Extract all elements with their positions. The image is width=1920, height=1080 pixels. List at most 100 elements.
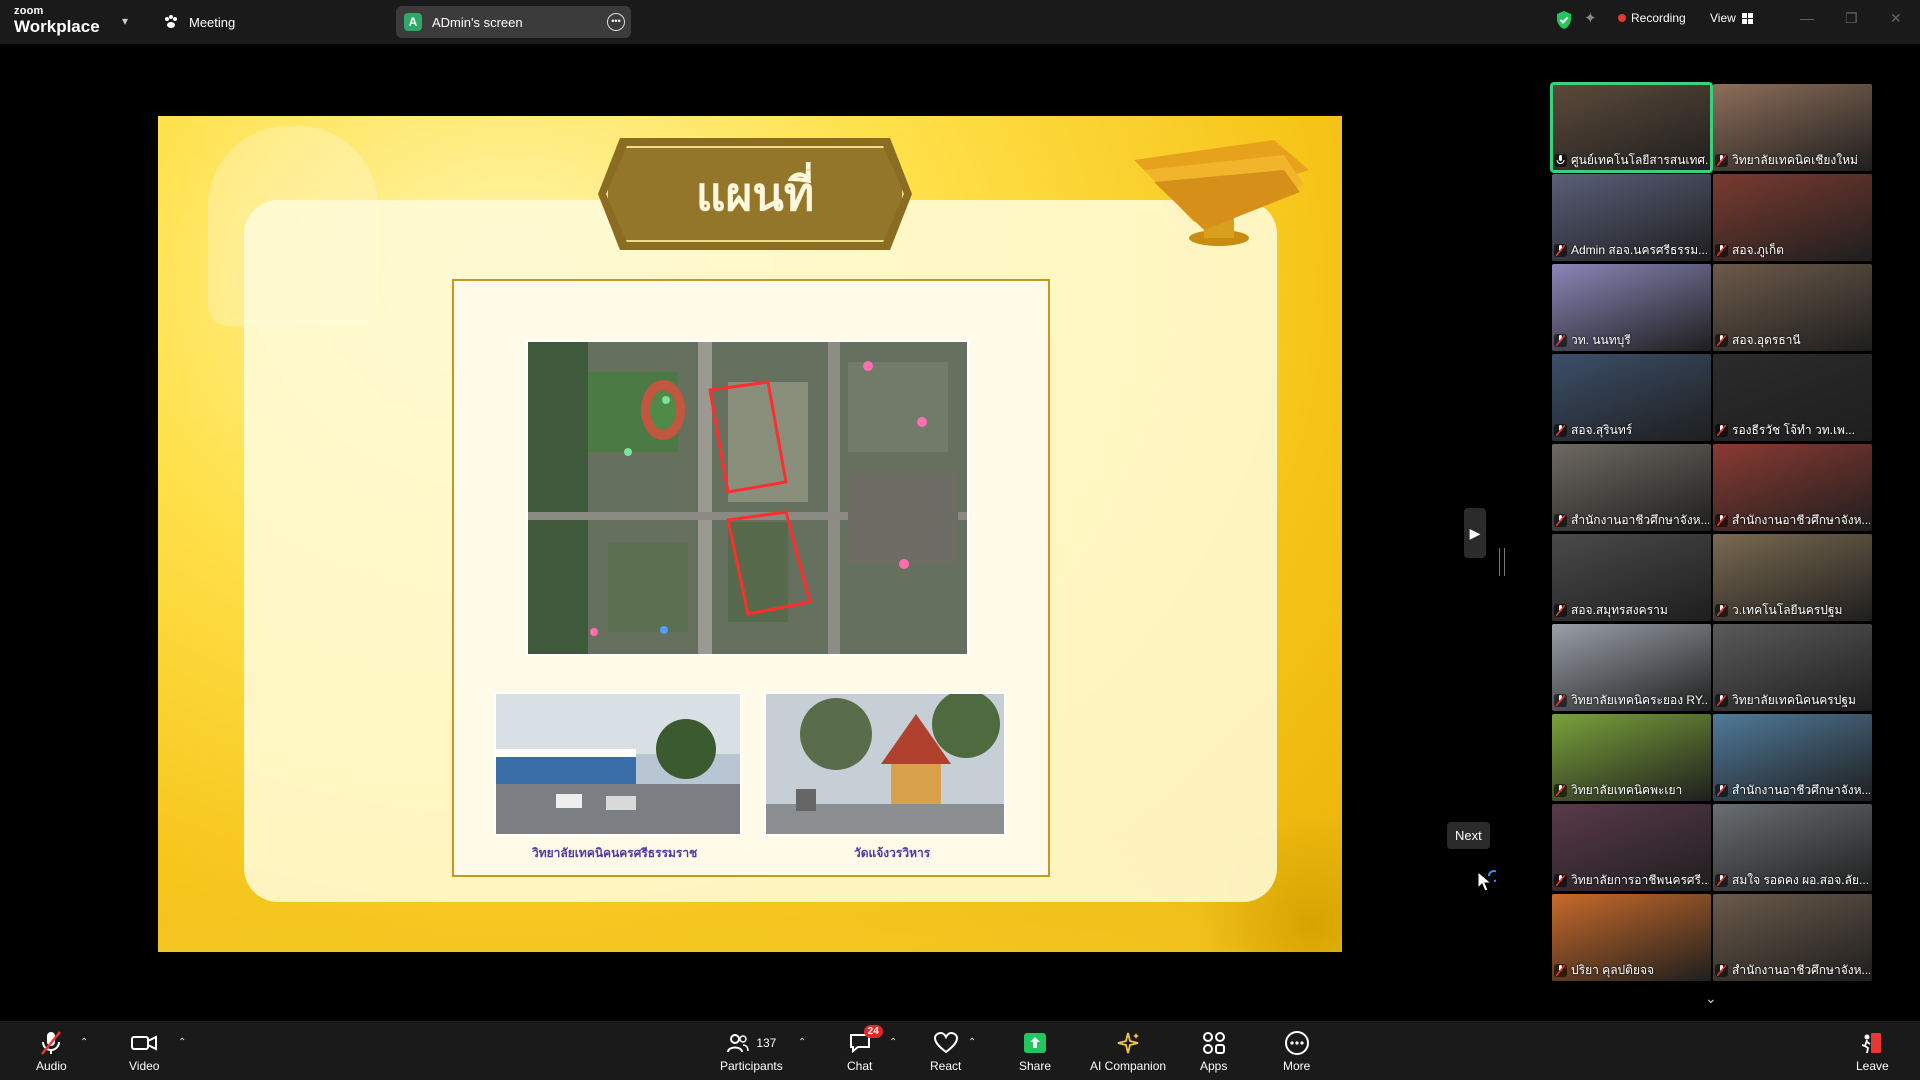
participant-tile[interactable]: วิทยาลัยเทคนิคพะเยา xyxy=(1552,714,1711,801)
close-icon[interactable]: ✕ xyxy=(1890,10,1902,27)
ai-companion-button[interactable]: AI Companion xyxy=(1090,1029,1166,1073)
meeting-menu[interactable]: Meeting xyxy=(163,14,235,30)
apps-button[interactable]: Apps xyxy=(1200,1029,1227,1073)
participant-name-bar: วิทยาลัยเทคนิคเชียงใหม่ xyxy=(1715,151,1870,169)
participant-name: สำนักงานอาชีวศึกษาจังห... xyxy=(1571,512,1709,527)
participant-tile[interactable]: สำนักงานอาชีวศึกษาจังห... xyxy=(1713,444,1872,531)
participant-tile[interactable]: สำนักงานอาชีวศึกษาจังห... xyxy=(1713,714,1872,801)
screen-share-title: ADmin's screen xyxy=(432,14,523,30)
participant-name-bar: วิทยาลัยการอาชีพนครศรี... xyxy=(1554,871,1709,889)
screen-share-pill[interactable]: A ADmin's screen ••• xyxy=(396,6,631,38)
participant-name-bar: วิทยาลัยเทคนิคพะเยา xyxy=(1554,781,1709,799)
participant-name-bar: สำนักงานอาชีวศึกษาจังห... xyxy=(1554,511,1709,529)
participant-tile[interactable]: วท. นนทบุรี xyxy=(1552,264,1711,351)
participant-name: สำนักงานอาชีวศึกษาจังห... xyxy=(1732,782,1870,797)
participant-tile[interactable]: วิทยาลัยเทคนิคเชียงใหม่ xyxy=(1713,84,1872,171)
participant-tile[interactable]: สำนักงานอาชีวศึกษาจังห... xyxy=(1713,894,1872,981)
audio-options-caret-icon[interactable]: ⌃ xyxy=(80,1037,88,1048)
participant-tile[interactable]: ศูนย์เทคโนโลยีสารสนเทศ... xyxy=(1550,82,1713,173)
video-button[interactable]: Video xyxy=(129,1029,159,1073)
meeting-label: Meeting xyxy=(189,14,236,30)
mic-muted-icon xyxy=(1715,243,1728,257)
mic-muted-icon xyxy=(1554,783,1567,797)
mic-muted-icon xyxy=(1715,963,1728,977)
participant-tile[interactable]: สอจ.ภูเก็ต xyxy=(1713,174,1872,261)
participant-name-bar: วท. นนทบุรี xyxy=(1554,331,1709,349)
brand-small: zoom xyxy=(14,5,44,17)
participant-name-bar: สอจ.ภูเก็ต xyxy=(1715,241,1870,259)
more-label: More xyxy=(1283,1059,1311,1073)
chevron-down-icon[interactable]: ▾ xyxy=(122,14,128,28)
participant-tile[interactable]: สอจ.สมุทรสงคราม xyxy=(1552,534,1711,621)
participant-tile[interactable]: Admin สอจ.นครศรีธรรม... xyxy=(1552,174,1711,261)
mic-muted-icon xyxy=(1554,873,1567,887)
participant-tile[interactable]: สมใจ รอดคง ผอ.สอจ.ลัย... xyxy=(1713,804,1872,891)
participant-name: Admin สอจ.นครศรีธรรม... xyxy=(1571,242,1709,257)
participants-label: Participants xyxy=(720,1059,783,1073)
mic-muted-icon xyxy=(1715,693,1728,707)
participant-name: สมใจ รอดคง ผอ.สอจ.ลัย... xyxy=(1732,872,1869,887)
mouse-cursor-icon xyxy=(1477,870,1496,892)
leave-door-icon xyxy=(1862,1033,1882,1054)
heart-react-icon xyxy=(933,1032,958,1054)
participant-tile[interactable]: วิทยาลัยเทคนิคระยอง RY... xyxy=(1552,624,1711,711)
react-button[interactable]: React xyxy=(930,1029,961,1073)
audio-button[interactable]: Audio xyxy=(36,1029,67,1073)
brand-big: Workplace xyxy=(14,17,100,36)
mic-muted-icon xyxy=(1715,513,1728,527)
participant-name: รองธีรวัช โจ้ทำ วท.เพ... xyxy=(1732,422,1855,437)
gallery-resize-handle[interactable] xyxy=(1499,548,1505,576)
more-button[interactable]: More xyxy=(1283,1029,1310,1073)
satellite-map-image xyxy=(526,340,969,656)
chat-button[interactable]: 24 Chat xyxy=(847,1025,883,1073)
participant-tile[interactable]: สอจ.สุรินทร์ xyxy=(1552,354,1711,441)
participants-button[interactable]: 137 Participants xyxy=(720,1029,783,1073)
ai-sparkle-icon xyxy=(1117,1032,1140,1054)
minimize-icon[interactable]: — xyxy=(1800,10,1814,26)
security-shield-icon[interactable] xyxy=(1555,10,1573,30)
participant-name: สอจ.อุดรธานี xyxy=(1732,332,1801,347)
participant-name: วิทยาลัยเทคนิคเชียงใหม่ xyxy=(1732,152,1858,167)
participant-tile[interactable]: รองธีรวัช โจ้ทำ วท.เพ... xyxy=(1713,354,1872,441)
participant-name: สอจ.สุรินทร์ xyxy=(1571,422,1633,437)
next-slide-button[interactable]: ▶ xyxy=(1464,508,1486,558)
meeting-toolbar: Audio ⌃ Video ⌃ 137 Participants ⌃ 24 Ch… xyxy=(0,1021,1920,1080)
participant-tile[interactable]: ว.เทคโนโลยีนครปฐม xyxy=(1713,534,1872,621)
video-options-caret-icon[interactable]: ⌃ xyxy=(178,1037,186,1048)
participant-tile[interactable]: วิทยาลัยเทคนิคนครปฐม xyxy=(1713,624,1872,711)
participant-name-bar: ปริยา คุลปติยจจ xyxy=(1554,961,1709,979)
slide-title: แผนที่ xyxy=(695,166,815,221)
participant-tile[interactable]: ปริยา คุลปติยจจ xyxy=(1552,894,1711,981)
audio-label: Audio xyxy=(36,1059,67,1073)
participants-caret-icon[interactable]: ⌃ xyxy=(798,1037,806,1048)
participant-name-bar: สอจ.สมุทรสงคราม xyxy=(1554,601,1709,619)
participants-icon xyxy=(727,1034,750,1053)
participant-name: วท. นนทบุรี xyxy=(1571,332,1631,347)
paw-icon xyxy=(165,15,177,28)
share-button[interactable]: Share xyxy=(1019,1029,1051,1073)
presentation-slide: แผนที่ วิทยาลัยเทคนิคนครศรีธรรมราช วัดแจ… xyxy=(158,116,1342,952)
apps-icon xyxy=(1202,1032,1225,1054)
participant-tile[interactable]: วิทยาลัยการอาชีพนครศรี... xyxy=(1552,804,1711,891)
participant-name: วิทยาลัยการอาชีพนครศรี... xyxy=(1571,872,1709,887)
view-button[interactable]: View xyxy=(1710,11,1753,25)
leave-button[interactable]: Leave xyxy=(1856,1029,1889,1073)
share-screen-icon xyxy=(1024,1033,1047,1053)
chat-caret-icon[interactable]: ⌃ xyxy=(889,1037,897,1048)
participant-tile[interactable]: สอจ.อุดรธานี xyxy=(1713,264,1872,351)
video-label: Video xyxy=(129,1059,160,1073)
participant-name-bar: สอจ.สุรินทร์ xyxy=(1554,421,1709,439)
view-label: View xyxy=(1710,11,1736,25)
screen-owner-avatar: A xyxy=(404,13,422,31)
sparkle-icon[interactable]: ✦ xyxy=(1584,9,1597,27)
restore-icon[interactable]: ❐ xyxy=(1845,10,1858,27)
more-options-icon[interactable]: ••• xyxy=(607,13,625,31)
recording-indicator[interactable]: Recording xyxy=(1618,11,1686,25)
ai-companion-label: AI Companion xyxy=(1090,1059,1167,1073)
mic-muted-icon xyxy=(1554,513,1567,527)
react-caret-icon[interactable]: ⌃ xyxy=(968,1037,976,1048)
participant-tile[interactable]: สำนักงานอาชีวศึกษาจังห... xyxy=(1552,444,1711,531)
gallery-scroll-down-icon[interactable]: ⌄ xyxy=(1705,990,1717,1007)
react-label: React xyxy=(930,1059,962,1073)
participant-name: วิทยาลัยเทคนิคนครปฐม xyxy=(1732,692,1856,707)
